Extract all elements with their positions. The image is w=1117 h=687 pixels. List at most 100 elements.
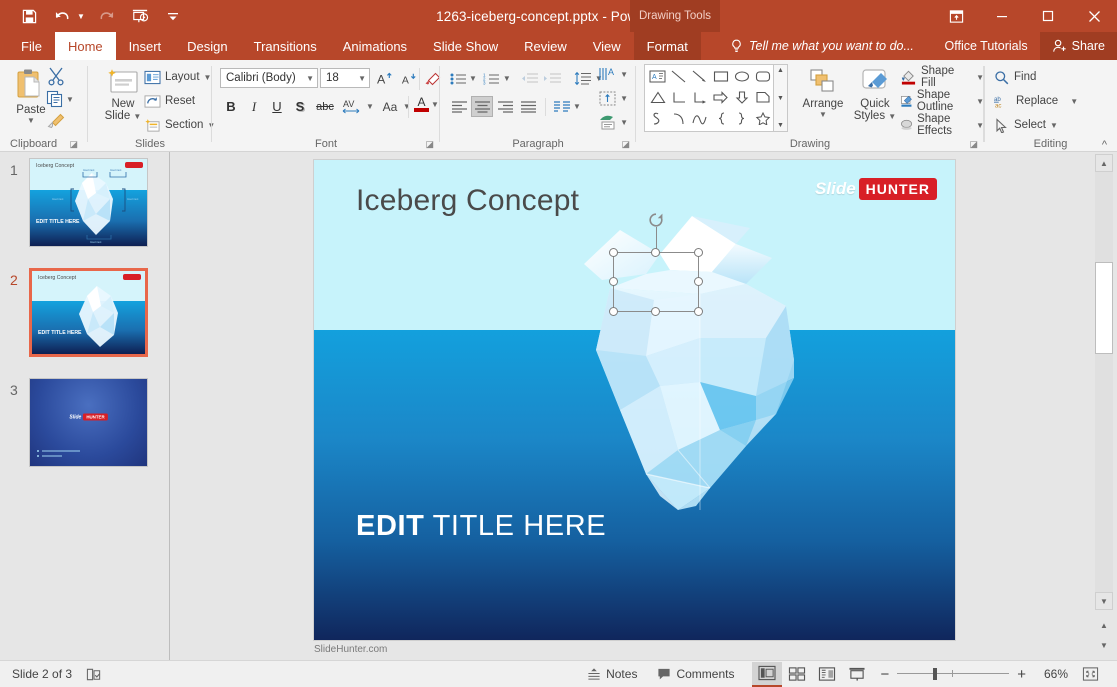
align-right-button[interactable] [494, 96, 516, 117]
accessibility-checker-icon[interactable] [86, 667, 102, 682]
thumbnail-row-1[interactable]: 1 Iceberg Concept EDIT TITLE [0, 158, 170, 250]
zoom-out-button[interactable]: − [880, 666, 889, 683]
numbering-button[interactable]: 123 [482, 68, 502, 89]
copy-dropdown-caret[interactable]: ▼ [66, 95, 74, 104]
layout-button[interactable]: Layout▼ [144, 66, 211, 88]
columns-button[interactable] [552, 96, 572, 117]
tab-transitions[interactable]: Transitions [241, 32, 330, 60]
resize-handle-nw[interactable] [609, 248, 618, 257]
text-shadow-button[interactable]: S [289, 96, 311, 117]
thumbnail-2[interactable]: Iceberg Concept EDIT TITLE HERE [29, 268, 148, 357]
zoom-slider-knob[interactable] [933, 668, 937, 680]
numbering-caret[interactable]: ▼ [503, 74, 511, 83]
slide-subtitle[interactable]: EDIT TITLE HERE [356, 510, 606, 543]
triangle-shape[interactable] [647, 87, 668, 108]
save-icon[interactable] [18, 5, 40, 27]
character-spacing-button[interactable]: AV [339, 96, 365, 117]
down-arrow-shape[interactable] [731, 87, 752, 108]
cut-button[interactable] [46, 66, 66, 86]
shape-fill-button[interactable]: Shape Fill▼ [900, 66, 984, 88]
rectangle-shape[interactable] [710, 66, 731, 87]
slide-sorter-view-button[interactable] [782, 662, 812, 687]
line-spacing-button[interactable] [572, 68, 594, 89]
thumbnail-row-3[interactable]: 3 Slide HUNTER [0, 378, 170, 470]
scrollbar-track[interactable] [1095, 172, 1113, 610]
tab-file[interactable]: File [8, 32, 55, 60]
text-box-shape[interactable]: A [647, 66, 668, 87]
slide-title[interactable]: Iceberg Concept [356, 184, 579, 218]
drawing-dialog-launcher[interactable]: ◪ [969, 139, 978, 150]
line-shape[interactable] [668, 66, 689, 87]
undo-icon[interactable] [51, 5, 73, 27]
right-arrow-shape[interactable] [710, 87, 731, 108]
slide-thumbnail-pane[interactable]: 1 Iceberg Concept EDIT TITLE [0, 152, 170, 660]
strikethrough-button[interactable]: abc [312, 96, 338, 117]
arc-shape[interactable] [668, 108, 689, 129]
character-spacing-caret[interactable]: ▼ [366, 102, 374, 111]
scroll-down-button[interactable]: ▼ [1095, 592, 1113, 610]
zoom-slider[interactable] [897, 667, 1009, 681]
office-tutorials-link[interactable]: Office Tutorials [933, 32, 1040, 60]
align-left-button[interactable] [448, 96, 470, 117]
ribbon-display-options-icon[interactable] [933, 0, 979, 32]
change-case-caret[interactable]: ▼ [403, 102, 411, 111]
elbow-connector-shape[interactable] [668, 87, 689, 108]
tab-animations[interactable]: Animations [330, 32, 420, 60]
scribble-shape[interactable] [647, 108, 668, 129]
undo-dropdown-caret[interactable]: ▼ [77, 12, 85, 21]
fit-to-window-icon[interactable] [1082, 666, 1099, 682]
scroll-up-button[interactable]: ▲ [1095, 154, 1113, 172]
copy-button[interactable]: ▼ [46, 90, 74, 108]
paste-dropdown-caret[interactable]: ▼ [27, 116, 35, 125]
font-size-combo[interactable]: 18 ▼ [320, 68, 370, 88]
star-shape[interactable] [752, 108, 773, 129]
rotate-handle-icon[interactable] [647, 211, 665, 229]
replace-button[interactable]: abac Replace▼ [994, 90, 1078, 112]
resize-handle-w[interactable] [609, 277, 618, 286]
resize-handle-s[interactable] [651, 307, 660, 316]
pentagon-shape[interactable] [752, 87, 773, 108]
maximize-button[interactable] [1025, 0, 1071, 32]
tab-design[interactable]: Design [174, 32, 240, 60]
quick-styles-button[interactable]: QuickStyles ▼ [848, 64, 902, 123]
new-slide-button[interactable]: NewSlide ▼ [96, 64, 150, 123]
tab-format[interactable]: Format [634, 32, 701, 60]
thumbnail-1[interactable]: Iceberg Concept EDIT TITLE HERE Insert t… [29, 158, 148, 247]
shape-effects-button[interactable]: Shape Effects▼ [900, 114, 984, 136]
align-text-button[interactable]: ▼ [598, 90, 628, 107]
comments-button[interactable]: Comments [647, 661, 744, 687]
customize-qat-icon[interactable] [162, 5, 184, 27]
tell-me-search[interactable]: Tell me what you want to do... [730, 32, 914, 60]
decrease-indent-button[interactable] [518, 68, 540, 89]
tab-home[interactable]: Home [55, 32, 116, 60]
font-color-caret[interactable]: ▼ [431, 100, 439, 109]
shape-outline-button[interactable]: Shape Outline▼ [900, 90, 984, 112]
font-name-combo[interactable]: Calibri (Body) ▼ [220, 68, 318, 88]
elbow-arrow-connector-shape[interactable] [689, 87, 710, 108]
font-name-caret[interactable]: ▼ [306, 74, 314, 83]
normal-view-button[interactable] [752, 662, 782, 687]
bold-button[interactable]: B [220, 96, 242, 117]
format-painter-button[interactable] [46, 112, 66, 130]
change-case-button[interactable]: Aa [378, 96, 402, 117]
decrease-font-size-button[interactable]: A [398, 68, 420, 89]
arrow-shape[interactable] [689, 66, 710, 87]
zoom-level-label[interactable]: 66% [1034, 667, 1068, 681]
reading-view-button[interactable] [812, 662, 842, 687]
thumbnail-row-2[interactable]: 2 Iceberg Concept EDIT TITLE [0, 268, 170, 360]
align-center-button[interactable] [471, 96, 493, 117]
reset-button[interactable]: Reset [144, 90, 195, 112]
gallery-scroll-up-icon[interactable]: ▲ [777, 67, 784, 74]
columns-caret[interactable]: ▼ [573, 102, 581, 111]
start-slideshow-icon[interactable] [129, 5, 151, 27]
font-color-button[interactable]: A ▼ [414, 96, 439, 112]
font-dialog-launcher[interactable]: ◪ [425, 139, 434, 150]
collapse-ribbon-button[interactable]: ^ [1102, 139, 1107, 151]
clipboard-dialog-launcher[interactable]: ◪ [69, 139, 78, 150]
vertical-scrollbar[interactable]: ▲ ▼ ▲ ▼ [1091, 152, 1117, 660]
curve-shape[interactable] [689, 108, 710, 129]
scrollbar-thumb[interactable] [1095, 262, 1113, 354]
close-button[interactable] [1071, 0, 1117, 32]
resize-handle-n[interactable] [651, 248, 660, 257]
minimize-button[interactable] [979, 0, 1025, 32]
